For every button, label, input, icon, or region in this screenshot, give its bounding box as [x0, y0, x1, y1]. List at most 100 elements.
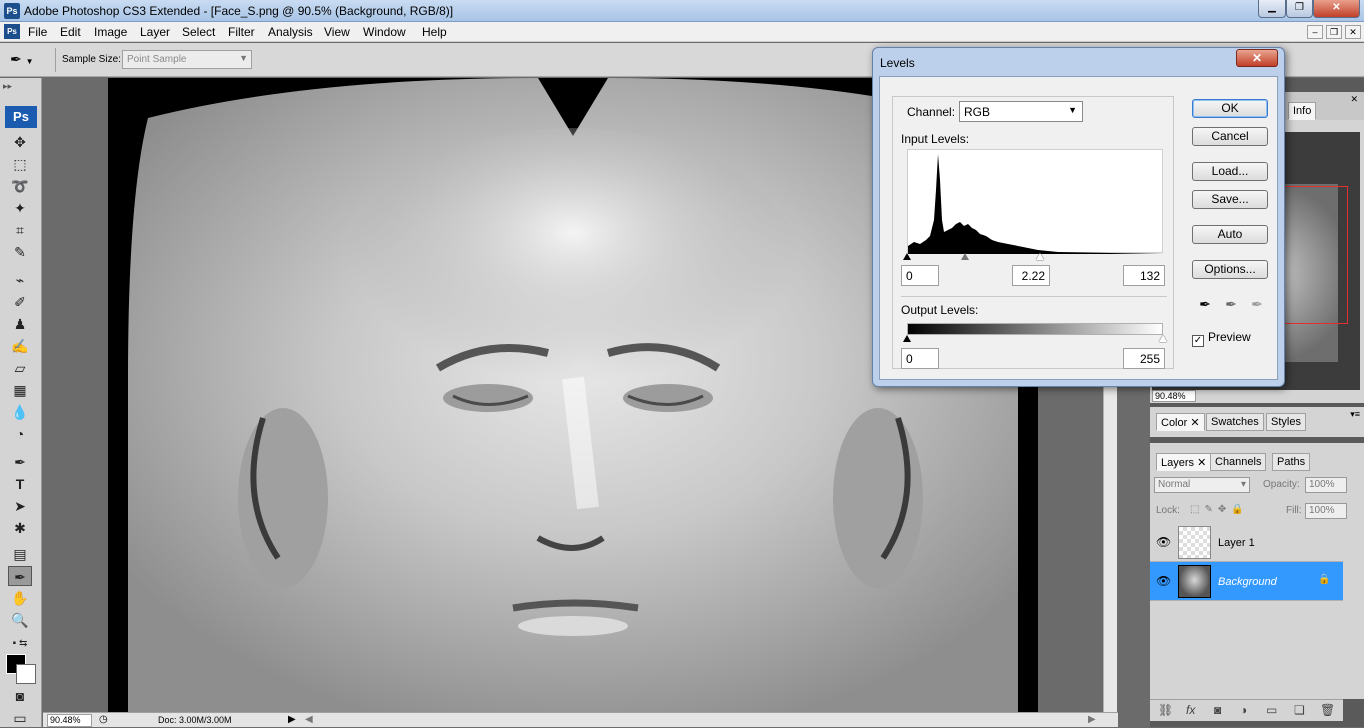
eraser-tool[interactable]: ▱: [8, 358, 32, 378]
menu-help[interactable]: Help: [422, 25, 447, 39]
crop-tool[interactable]: ⌗: [8, 220, 32, 240]
close-button[interactable]: ✕: [1313, 0, 1360, 18]
input-gamma-handle[interactable]: [960, 253, 969, 260]
trash-icon[interactable]: 🗑: [1320, 703, 1335, 717]
output-white-handle[interactable]: [1159, 335, 1167, 342]
dodge-tool[interactable]: ◔: [8, 424, 32, 444]
fill-field[interactable]: 100%: [1305, 503, 1347, 519]
tab-styles[interactable]: Styles: [1266, 413, 1306, 431]
doc-minimize-button[interactable]: –: [1307, 25, 1323, 39]
output-black-handle[interactable]: [903, 335, 911, 342]
dialog-close-button[interactable]: ✕: [1236, 49, 1278, 67]
tab-paths[interactable]: Paths: [1272, 453, 1311, 471]
notes-tool[interactable]: ▤: [8, 544, 32, 564]
tab-channels[interactable]: Channels: [1210, 453, 1267, 471]
menu-layer[interactable]: Layer: [140, 25, 170, 39]
clone-stamp-tool[interactable]: ♟: [8, 314, 32, 334]
healing-brush-tool[interactable]: ⌁: [8, 270, 32, 290]
menu-filter[interactable]: Filter: [228, 25, 255, 39]
menu-analysis[interactable]: Analysis: [268, 25, 313, 39]
zoom-field[interactable]: 90.48%: [47, 714, 92, 727]
mask-icon[interactable]: ◙: [1214, 703, 1221, 717]
type-tool[interactable]: T: [8, 474, 32, 494]
gray-eyedropper-icon[interactable]: ✒: [1222, 296, 1240, 314]
eyedropper-tool[interactable]: ✒: [8, 566, 32, 586]
layer-row-layer-1[interactable]: 👁 Layer 1: [1150, 523, 1343, 562]
fx-icon[interactable]: fx: [1186, 703, 1195, 717]
hand-tool[interactable]: ✋: [8, 588, 32, 608]
gradient-tool[interactable]: ▦: [8, 380, 32, 400]
collapse-icon[interactable]: ▸▸: [3, 81, 12, 92]
tab-layers[interactable]: Layers ✕: [1156, 453, 1212, 471]
input-gamma-field[interactable]: 2.22: [1012, 265, 1050, 286]
options-button[interactable]: Options...: [1192, 260, 1268, 279]
status-arrow-icon[interactable]: ▶: [288, 714, 296, 725]
input-black-field[interactable]: 0: [901, 265, 939, 286]
move-tool[interactable]: ✥: [8, 132, 32, 152]
channel-select[interactable]: RGB ▼: [959, 101, 1083, 122]
menu-image[interactable]: Image: [94, 25, 127, 39]
brush-tool[interactable]: ✐: [8, 292, 32, 312]
slice-tool[interactable]: ✎: [8, 242, 32, 262]
input-white-field[interactable]: 132: [1123, 265, 1165, 286]
scroll-left-icon[interactable]: ◀: [305, 714, 313, 725]
magic-wand-tool[interactable]: ✦: [8, 198, 32, 218]
menu-window[interactable]: Window: [363, 25, 406, 39]
status-menu-icon[interactable]: ◷: [99, 714, 108, 725]
folder-icon[interactable]: ▭: [1266, 703, 1277, 717]
maximize-button[interactable]: ❐: [1286, 0, 1313, 18]
doc-restore-button[interactable]: ❐: [1326, 25, 1342, 39]
blur-tool[interactable]: 💧: [8, 402, 32, 422]
lock-icons[interactable]: ⬚✎✥🔒: [1190, 504, 1249, 515]
load-button[interactable]: Load...: [1192, 162, 1268, 181]
blend-mode-select[interactable]: Normal ▾: [1154, 477, 1250, 493]
white-eyedropper-icon[interactable]: ✒: [1248, 296, 1266, 314]
scroll-right-icon[interactable]: ▶: [1088, 714, 1096, 725]
opacity-field[interactable]: 100%: [1305, 477, 1347, 493]
history-brush-tool[interactable]: ✍: [8, 336, 32, 356]
tab-color[interactable]: Color ✕: [1156, 413, 1205, 431]
auto-button[interactable]: Auto: [1192, 225, 1268, 244]
cancel-button[interactable]: Cancel: [1192, 127, 1268, 146]
zoom-tool[interactable]: 🔍: [8, 610, 32, 630]
swap-colors[interactable]: ▪ ⇆: [8, 634, 32, 654]
input-white-handle[interactable]: [1035, 253, 1044, 260]
menu-file[interactable]: File: [28, 25, 47, 39]
save-button[interactable]: Save...: [1192, 190, 1268, 209]
new-layer-icon[interactable]: ❏: [1294, 703, 1305, 717]
input-black-handle[interactable]: [903, 253, 911, 260]
preview-checkbox[interactable]: ✓ Preview: [1192, 330, 1251, 347]
doc-close-button[interactable]: ✕: [1345, 25, 1361, 39]
panel-menu-icon[interactable]: ▾≡: [1350, 409, 1360, 420]
document-icon[interactable]: Ps: [4, 24, 20, 39]
eyedropper-tool-preset[interactable]: ✒ ▼: [10, 51, 48, 69]
adjustment-icon[interactable]: ◑: [1240, 703, 1247, 717]
menu-select[interactable]: Select: [182, 25, 215, 39]
background-color-swatch[interactable]: [16, 664, 36, 684]
black-eyedropper-icon[interactable]: ✒: [1196, 296, 1214, 314]
input-slider[interactable]: [903, 253, 1163, 265]
output-black-field[interactable]: 0: [901, 348, 939, 369]
layer-row-background[interactable]: 👁 Background 🔒: [1150, 562, 1343, 601]
tab-info[interactable]: Info: [1288, 102, 1317, 120]
output-slider[interactable]: [903, 335, 1167, 347]
custom-shape-tool[interactable]: ✱: [8, 518, 32, 538]
navigator-zoom[interactable]: 90.48%: [1152, 390, 1196, 402]
output-white-field[interactable]: 255: [1123, 348, 1165, 369]
close-icon[interactable]: ✕: [1350, 94, 1358, 105]
sample-size-select[interactable]: Point Sample ▼: [122, 50, 252, 69]
path-selection-tool[interactable]: ➤: [8, 496, 32, 516]
menu-edit[interactable]: Edit: [60, 25, 81, 39]
lasso-tool[interactable]: ➰: [8, 176, 32, 196]
marquee-tool[interactable]: ⬚: [8, 154, 32, 174]
tab-swatches[interactable]: Swatches: [1206, 413, 1264, 431]
minimize-button[interactable]: ▁: [1258, 0, 1286, 18]
screen-mode-tool[interactable]: ▭: [8, 708, 32, 728]
pen-tool[interactable]: ✒: [8, 452, 32, 472]
ok-button[interactable]: OK: [1192, 99, 1268, 118]
eye-icon[interactable]: 👁: [1156, 574, 1171, 588]
eye-icon[interactable]: 👁: [1156, 535, 1171, 549]
quick-mask-tool[interactable]: ◙: [8, 686, 32, 706]
menu-view[interactable]: View: [324, 25, 350, 39]
link-icon[interactable]: ⛓: [1158, 703, 1173, 717]
